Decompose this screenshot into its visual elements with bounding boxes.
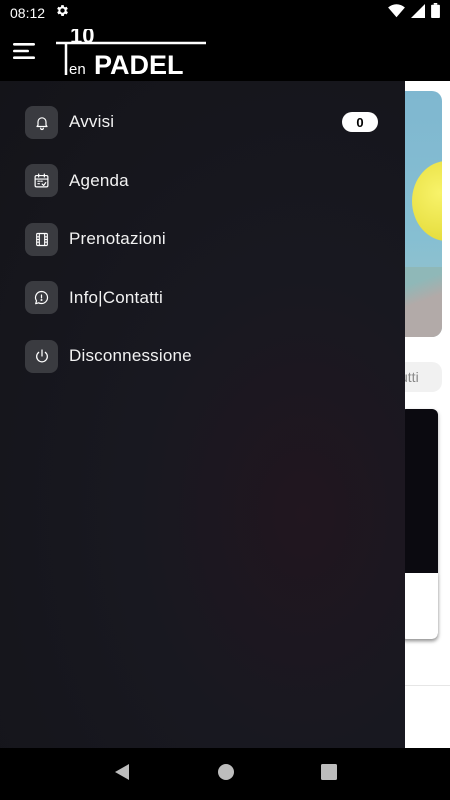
home-icon[interactable] <box>217 763 235 786</box>
back-icon[interactable] <box>113 763 131 786</box>
recents-icon[interactable] <box>321 763 337 785</box>
calendar-icon <box>25 164 58 198</box>
chat-icon <box>25 281 58 315</box>
svg-text:PADEL: PADEL <box>94 50 184 79</box>
bell-icon <box>25 105 58 139</box>
hamburger-menu-icon <box>13 43 35 64</box>
drawer-item-label: Prenotazioni <box>69 229 166 249</box>
drawer-item-agenda[interactable]: Agenda <box>0 152 405 211</box>
app-bar: 10 en PADEL <box>0 26 450 81</box>
drawer-item-avvisi[interactable]: Avvisi 0 <box>0 93 405 152</box>
film-icon <box>25 222 58 256</box>
drawer-item-prenotazioni[interactable]: Prenotazioni <box>0 210 405 269</box>
divider <box>404 685 450 686</box>
power-icon <box>25 339 58 373</box>
status-time: 08:12 <box>10 5 46 21</box>
cellular-signal-icon <box>411 3 425 23</box>
drawer-menu: Avvisi 0 Agenda Prenotazioni Info|Contat… <box>0 81 405 386</box>
drawer-item-label: Disconnessione <box>69 346 192 366</box>
navigation-drawer: Avvisi 0 Agenda Prenotazioni Info|Contat… <box>0 81 405 748</box>
svg-text:10: 10 <box>70 29 94 48</box>
drawer-item-label: Info|Contatti <box>69 287 163 307</box>
battery-icon <box>431 3 440 23</box>
menu-button[interactable] <box>0 26 48 81</box>
wifi-icon <box>388 3 405 23</box>
app-logo: 10 en PADEL <box>56 26 206 81</box>
drawer-item-label: Avvisi <box>69 112 115 132</box>
status-bar: 08:12 <box>0 0 450 26</box>
drawer-item-disconnessione[interactable]: Disconnessione <box>0 327 405 386</box>
drawer-item-info-contatti[interactable]: Info|Contatti <box>0 269 405 328</box>
padel-ball-image <box>412 161 442 241</box>
notification-count-badge: 0 <box>342 112 378 133</box>
settings-gear-icon <box>55 3 70 23</box>
system-navigation-bar <box>0 748 450 800</box>
drawer-item-label: Agenda <box>69 170 129 190</box>
svg-text:en: en <box>69 61 86 78</box>
